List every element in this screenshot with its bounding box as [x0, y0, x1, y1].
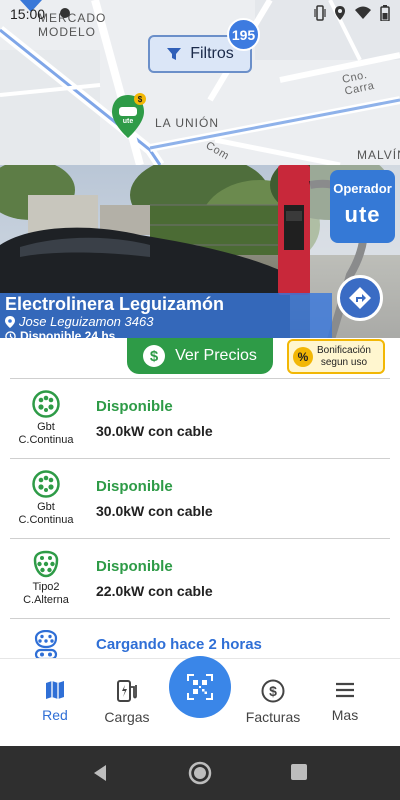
nav-red-label: Red: [42, 707, 68, 723]
view-prices-button[interactable]: $ Ver Precios: [127, 338, 273, 374]
menu-icon: [336, 682, 354, 698]
svg-text:ute: ute: [123, 118, 134, 125]
back-icon[interactable]: [90, 763, 110, 783]
charging-station-icon: [117, 680, 137, 702]
location-icon: [335, 6, 345, 20]
gbt-connector-icon: [32, 390, 60, 418]
nav-facturas-label: Facturas: [245, 709, 301, 725]
map-label-malvin: MALVÍN: [357, 148, 400, 162]
status-bar: 15:00: [0, 0, 400, 28]
connector-power: 30.0kW con cable: [96, 423, 213, 439]
actions-row: $ Ver Precios % Bonificación segun uso: [0, 338, 400, 378]
bottom-navigation: Red Cargas $ Facturas Mas: [0, 656, 400, 746]
operator-badge: Operador ute: [330, 170, 395, 243]
dollar-icon: $: [143, 345, 166, 367]
connector-row[interactable]: Gbt C.Continua Disponible 30.0kW con cab…: [10, 378, 390, 458]
connector-type: Tipo2: [32, 581, 60, 593]
address-pin-icon: [5, 316, 15, 328]
home-icon[interactable]: [188, 761, 212, 785]
status-icons: [314, 5, 390, 21]
bonus-line1: Bonificación: [317, 344, 371, 356]
notification-icon: [60, 8, 70, 18]
nav-cargas[interactable]: Cargas: [92, 679, 162, 725]
nav-mas-label: Mas: [331, 707, 359, 723]
station-card[interactable]: Operador ute Electrolinera Leguizamón Jo…: [0, 165, 400, 343]
gbt-connector-icon: [32, 470, 60, 498]
station-info: Electrolinera Leguizamón Jose Leguizamon…: [0, 293, 332, 343]
bonus-line2: segun uso: [320, 356, 368, 368]
connector-current: C.Continua: [18, 514, 74, 526]
battery-icon: [380, 5, 390, 21]
map-label-la-union: LA UNIÓN: [155, 116, 220, 130]
connector-row[interactable]: Tipo2 C.Alterna Disponible 22.0kW con ca…: [10, 538, 390, 618]
station-name: Electrolinera Leguizamón: [5, 294, 225, 314]
recents-icon[interactable]: [290, 763, 308, 781]
connector-current: C.Alterna: [23, 594, 69, 606]
connector-row[interactable]: Cargando hace 2 horas: [10, 618, 390, 658]
invoice-dollar-icon: $: [261, 679, 285, 703]
connector-status: Disponible: [96, 558, 173, 575]
connector-status: Disponible: [96, 398, 173, 415]
nav-cargas-label: Cargas: [104, 709, 150, 725]
operator-logo: ute: [344, 202, 381, 227]
bonus-badge[interactable]: % Bonificación segun uso: [287, 339, 385, 374]
charging-station-pin-icon[interactable]: ute $: [110, 93, 150, 150]
connector-power: 22.0kW con cable: [96, 583, 213, 599]
connector-status: Cargando hace 2 horas: [96, 636, 262, 653]
connector-type: Gbt: [37, 501, 55, 513]
nav-facturas[interactable]: $ Facturas: [238, 679, 308, 725]
connector-row[interactable]: Gbt C.Continua Disponible 30.0kW con cab…: [10, 458, 390, 538]
connector-list[interactable]: Gbt C.Continua Disponible 30.0kW con cab…: [10, 378, 390, 658]
connector-type: Gbt: [37, 421, 55, 433]
svg-text:$: $: [138, 95, 143, 104]
connector-status: Disponible: [96, 478, 173, 495]
directions-arrow-icon: [349, 287, 371, 309]
connector-current: C.Continua: [18, 434, 74, 446]
svg-text:$: $: [269, 683, 277, 699]
system-navigation-bar: [0, 746, 400, 800]
status-time: 15:00: [10, 6, 46, 22]
vibrate-icon: [314, 5, 326, 21]
qr-scan-button[interactable]: [169, 656, 231, 718]
station-address: Jose Leguizamon 3463: [19, 314, 154, 329]
connector-power: 30.0kW con cable: [96, 503, 213, 519]
nav-mas[interactable]: Mas: [310, 679, 380, 723]
percent-icon: %: [293, 346, 313, 367]
type2-connector-icon: [33, 550, 59, 578]
view-prices-label: Ver Precios: [175, 347, 257, 364]
ccs-connector-icon: [34, 629, 58, 658]
station-address-row: Jose Leguizamon 3463: [5, 315, 332, 329]
wifi-icon: [355, 6, 371, 19]
directions-button[interactable]: [337, 275, 383, 321]
filters-label: Filtros: [190, 45, 234, 62]
qr-code-icon: [187, 674, 213, 700]
nav-red[interactable]: Red: [20, 679, 90, 723]
map-icon: [46, 681, 64, 699]
bonus-text: Bonificación segun uso: [317, 345, 371, 369]
filter-funnel-icon: [167, 48, 182, 60]
operator-label: Operador: [333, 181, 392, 196]
